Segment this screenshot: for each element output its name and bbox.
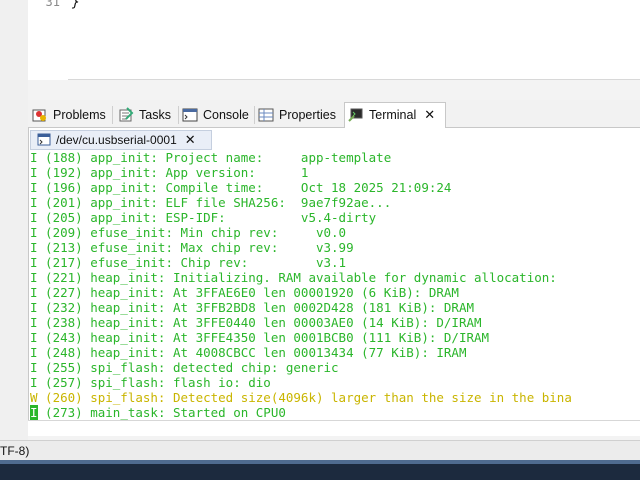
os-taskbar (0, 460, 640, 480)
terminal-line: I (217) efuse_init: Chip rev: v3.1 (30, 255, 347, 270)
terminal-line: I (192) app_init: App version: 1 (30, 165, 309, 180)
session-tab-label: /dev/cu.usbserial-0001 (56, 133, 177, 147)
terminal-line: I (205) app_init: ESP-IDF: v5.4-dirty (30, 210, 377, 225)
terminal-line: I (232) heap_init: At 3FFB2BD8 len 0002D… (30, 300, 475, 315)
tab-label: Tasks (139, 108, 171, 122)
taskbar-highlight (0, 460, 640, 464)
line-number: 31 (45, 0, 60, 9)
properties-icon (258, 107, 274, 123)
tab-label: Problems (53, 108, 106, 122)
code-editor[interactable] (28, 0, 640, 80)
terminal-line: I (257) spi_flash: flash io: dio (30, 375, 271, 390)
tab-terminal[interactable]: Terminal ✕ (348, 104, 435, 126)
divider (178, 106, 179, 124)
terminal-line: I (255) spi_flash: detected chip: generi… (30, 360, 339, 375)
console-icon (182, 107, 198, 123)
status-bar: TF-8) (0, 440, 640, 460)
terminal-session-icon (37, 133, 51, 147)
close-icon[interactable]: ✕ (424, 107, 435, 123)
terminal-line: I (188) app_init: Project name: app-temp… (30, 150, 392, 165)
tab-properties[interactable]: Properties (258, 104, 336, 126)
tab-label: Console (203, 108, 249, 122)
terminal-line: I (227) heap_init: At 3FFAE6E0 len 00001… (30, 285, 459, 300)
terminal-line: I (238) heap_init: At 3FFE0440 len 00003… (30, 315, 482, 330)
terminal-line: I (213) efuse_init: Max chip rev: v3.99 (30, 240, 354, 255)
tab-problems[interactable]: Problems (32, 104, 106, 126)
problems-icon (32, 107, 48, 123)
tab-label: Terminal (369, 108, 417, 122)
editor-gutter (28, 0, 68, 80)
terminal-line: I (209) efuse_init: Min chip rev: v0.0 (30, 225, 347, 240)
terminal-line: I (221) heap_init: Initializing. RAM ava… (30, 270, 557, 285)
close-icon[interactable]: ✕ (185, 132, 196, 148)
tab-tasks[interactable]: Tasks (118, 104, 171, 126)
terminal-line: I (248) heap_init: At 4008CBCC len 00013… (30, 345, 467, 360)
tab-console[interactable]: Console (182, 104, 249, 126)
terminal-line: I (201) app_init: ELF file SHA256: 9ae7f… (30, 195, 392, 210)
terminal-line: I (273) main_task: Started on CPU0 (30, 405, 286, 420)
code-line[interactable]: } (72, 0, 80, 10)
divider (254, 106, 255, 124)
terminal-output[interactable]: I (188) app_init: Project name: app-temp… (30, 150, 640, 420)
terminal-icon (348, 107, 364, 123)
terminal-cursor: I (30, 405, 38, 420)
tab-label: Properties (279, 108, 336, 122)
terminal-footer (28, 420, 640, 436)
terminal-session-tab[interactable]: /dev/cu.usbserial-0001 ✕ (30, 130, 212, 150)
terminal-line: I (243) heap_init: At 3FFE4350 len 0001B… (30, 330, 490, 345)
terminal-line: I (196) app_init: Compile time: Oct 18 2… (30, 180, 452, 195)
divider (112, 106, 113, 124)
encoding-status: TF-8) (0, 444, 30, 458)
left-trim (0, 0, 28, 440)
tasks-icon (118, 107, 134, 123)
terminal-line-text: (273) main_task: Started on CPU0 (37, 405, 286, 420)
terminal-warning-line: W (260) spi_flash: Detected size(4096k) … (30, 390, 572, 405)
